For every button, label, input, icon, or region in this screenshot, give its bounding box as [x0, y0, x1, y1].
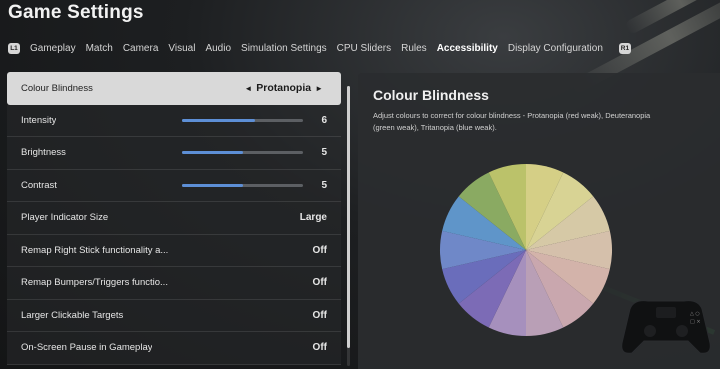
setting-remap-bumpers-triggers[interactable]: Remap Bumpers/Triggers functio... Off: [7, 267, 341, 300]
tab-display-configuration[interactable]: Display Configuration: [508, 43, 603, 54]
svg-text:△ ○: △ ○: [690, 311, 700, 317]
preview-title: Colour Blindness: [373, 87, 489, 103]
settings-tab-bar: L1 Gameplay Match Camera Visual Audio Si…: [8, 40, 631, 56]
tab-rules[interactable]: Rules: [401, 43, 427, 54]
tab-visual[interactable]: Visual: [168, 43, 195, 54]
contrast-slider[interactable]: [182, 183, 303, 187]
setting-label: Remap Right Stick functionality a...: [21, 244, 169, 256]
scrollbar-thumb[interactable]: [347, 86, 350, 348]
slider-fill: [182, 183, 243, 187]
tab-simulation-settings[interactable]: Simulation Settings: [241, 43, 327, 54]
setting-label: Colour Blindness: [21, 82, 93, 94]
setting-value: Off: [312, 244, 327, 256]
setting-value: ◄ Protanopia ►: [240, 82, 327, 94]
arrow-right-icon[interactable]: ►: [311, 84, 327, 93]
setting-label: Larger Clickable Targets: [21, 309, 124, 321]
slider-value: 5: [321, 147, 327, 159]
tab-gameplay[interactable]: Gameplay: [30, 43, 76, 54]
setting-label: Player Indicator Size: [21, 212, 109, 224]
setting-contrast[interactable]: Contrast 5: [7, 169, 341, 202]
page-title: Game Settings: [8, 2, 144, 23]
tab-match[interactable]: Match: [86, 43, 113, 54]
intensity-slider[interactable]: [182, 118, 303, 122]
setting-value: Off: [312, 277, 327, 289]
right-bumper-icon[interactable]: R1: [618, 42, 631, 54]
setting-brightness[interactable]: Brightness 5: [7, 137, 341, 170]
setting-remap-right-stick[interactable]: Remap Right Stick functionality a... Off: [7, 234, 341, 267]
tab-camera[interactable]: Camera: [123, 43, 159, 54]
setting-value: Off: [312, 309, 327, 321]
settings-list: Colour Blindness ◄ Protanopia ► Intensity …: [7, 72, 341, 369]
setting-on-screen-pause[interactable]: On-Screen Pause in Gameplay Off: [7, 332, 341, 365]
brightness-slider[interactable]: [182, 151, 303, 155]
setting-label: Brightness: [21, 147, 66, 159]
setting-label: Contrast: [21, 179, 57, 191]
colour-wheel: [440, 164, 612, 336]
left-bumper-icon[interactable]: L1: [8, 42, 20, 54]
settings-scrollbar[interactable]: [347, 86, 350, 366]
slider-fill: [182, 118, 255, 122]
setting-label: On-Screen Pause in Gameplay: [21, 342, 153, 354]
setting-colour-blindness[interactable]: Colour Blindness ◄ Protanopia ►: [7, 72, 341, 105]
preview-panel: Colour Blindness Adjust colours to corre…: [358, 73, 720, 369]
controller-icon: △ ○ □ ×: [621, 300, 711, 354]
colour-blindness-mode: Protanopia: [256, 82, 312, 95]
setting-label: Intensity: [21, 114, 57, 126]
setting-player-indicator-size[interactable]: Player Indicator Size Large: [7, 202, 341, 235]
setting-intensity[interactable]: Intensity 6: [7, 104, 341, 137]
setting-value: Large: [299, 212, 327, 224]
svg-text:□ ×: □ ×: [690, 319, 701, 325]
setting-larger-clickable-targets[interactable]: Larger Clickable Targets Off: [7, 299, 341, 332]
tab-cpu-sliders[interactable]: CPU Sliders: [337, 43, 391, 54]
setting-label: Remap Bumpers/Triggers functio...: [21, 277, 168, 289]
slider-value: 5: [321, 179, 327, 191]
setting-value: Off: [312, 342, 327, 354]
tab-accessibility[interactable]: Accessibility: [437, 43, 498, 54]
tab-audio[interactable]: Audio: [205, 43, 231, 54]
preview-description: Adjust colours to correct for colour bli…: [373, 111, 651, 132]
slider-fill: [182, 151, 243, 155]
slider-value: 6: [321, 114, 327, 126]
arrow-left-icon[interactable]: ◄: [240, 84, 256, 93]
